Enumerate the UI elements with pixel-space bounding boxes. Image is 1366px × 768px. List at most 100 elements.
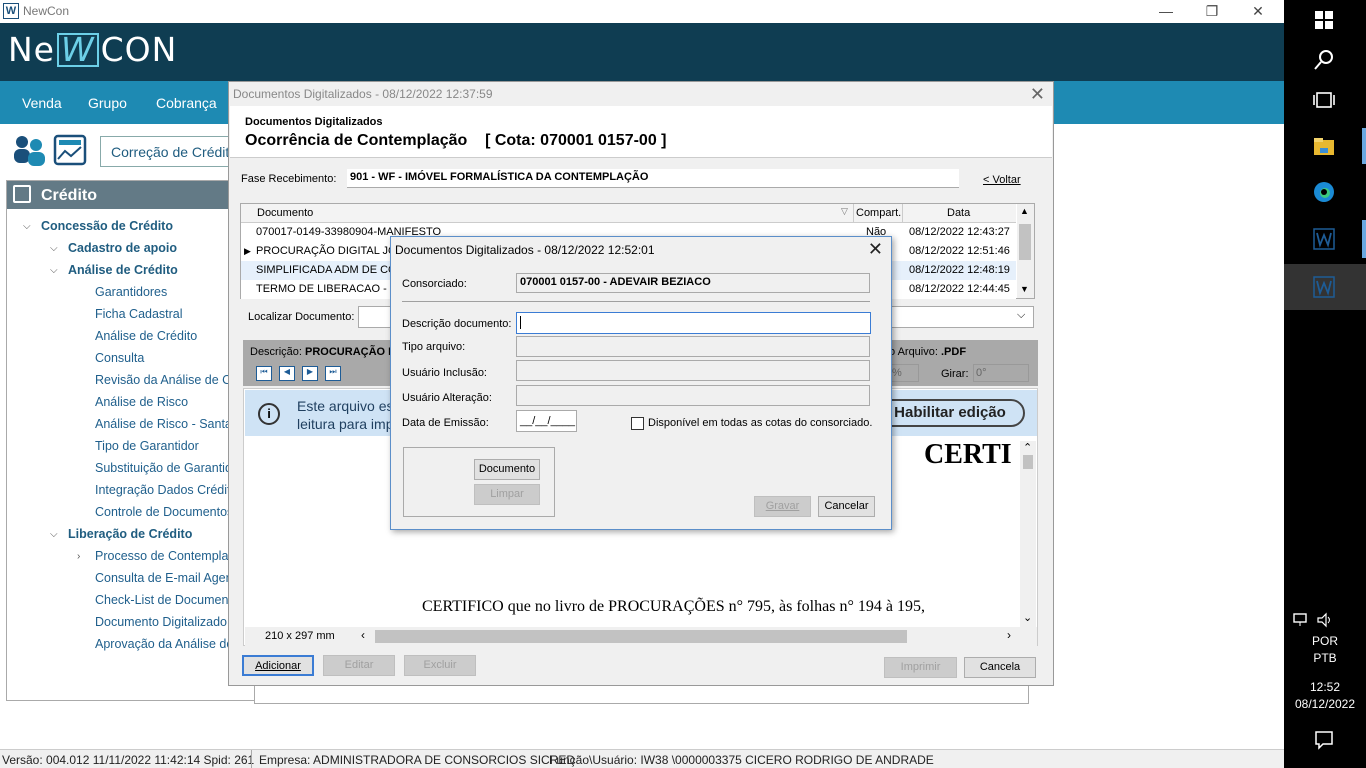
users-icon[interactable] <box>12 133 46 167</box>
scroll-left-icon[interactable]: ‹ <box>361 628 365 642</box>
sidebar-item[interactable]: Consulta <box>95 351 144 365</box>
dialog-subtitle: Documentos Digitalizados <box>245 116 383 128</box>
sidebar-item[interactable]: Análise de Crédito <box>95 329 197 343</box>
viewer-vscroll[interactable]: ⌃ ⌄ <box>1020 441 1036 627</box>
consorciado-label: Consorciado: <box>402 278 467 290</box>
sidebar-item[interactable]: Análise de Crédito <box>68 263 178 277</box>
habilitar-edicao-button[interactable]: Habilitar edição <box>875 399 1025 427</box>
voltar-link[interactable]: < Voltar <box>983 174 1021 186</box>
document-heading: CERTI <box>924 439 1012 470</box>
descricao-doc-input[interactable] <box>516 312 871 334</box>
col-compart[interactable]: Compart. <box>856 207 901 219</box>
windows-start-icon[interactable] <box>1312 8 1336 32</box>
editar-button[interactable]: Editar <box>323 655 395 676</box>
app-header <box>0 23 1284 81</box>
data-emissao-input[interactable]: __/__/____ <box>516 410 577 432</box>
scroll-up-icon: ⌃ <box>1023 442 1033 454</box>
network-icon[interactable] <box>1292 612 1310 628</box>
minimize-icon[interactable]: — <box>1146 1 1186 21</box>
zoom-select[interactable]: % <box>889 364 919 382</box>
sidebar-item[interactable]: Análise de Risco <box>95 395 188 409</box>
menu-venda[interactable]: Venda <box>22 95 62 111</box>
sidebar-item[interactable]: Aprovação da Análise de <box>95 637 233 651</box>
page-size: 210 x 297 mm <box>265 630 335 642</box>
descricao-doc-label: Descrição documento: <box>402 318 512 330</box>
fase-label: Fase Recebimento: <box>241 173 337 185</box>
disponivel-checkbox[interactable] <box>631 417 644 430</box>
next-page-icon[interactable]: ▶ <box>302 366 318 381</box>
sidebar-item[interactable]: Documento Digitalizado <box>95 615 227 629</box>
sidebar-item[interactable]: Liberação de Crédito <box>68 527 192 541</box>
sidebar-item[interactable]: Revisão da Análise de C <box>95 373 231 387</box>
imprimir-button[interactable]: Imprimir <box>884 657 957 678</box>
chevron-down-icon[interactable]: ⌵ <box>50 265 58 276</box>
prev-page-icon[interactable]: ◀ <box>279 366 295 381</box>
sidebar-item[interactable]: Consulta de E-mail Agen <box>95 571 233 585</box>
report-icon[interactable] <box>53 133 87 167</box>
data-emissao-label: Data de Emissão: <box>402 417 489 429</box>
fase-field: 901 - WF - IMÓVEL FORMALÍSTICA DA CONTEM… <box>347 169 959 188</box>
window-titlebar: W NewCon — ❐ ✕ <box>0 0 1284 23</box>
newcon-app-icon[interactable] <box>1312 227 1336 251</box>
info-icon: i <box>258 403 280 425</box>
col-data[interactable]: Data <box>947 207 970 219</box>
notification-icon[interactable] <box>1312 728 1336 752</box>
document-body: CERTIFICO que no livro de PROCURAÇÕES n°… <box>422 598 925 615</box>
sidebar-item[interactable]: Check-List de Documen <box>95 593 228 607</box>
newcon-app-icon-active[interactable] <box>1312 275 1336 299</box>
keyboard-label[interactable]: PTB <box>1284 651 1366 665</box>
clock-time[interactable]: 12:52 <box>1284 680 1366 694</box>
hscroll-thumb[interactable] <box>375 630 907 643</box>
chevron-down-icon[interactable]: ⌵ <box>50 243 58 254</box>
newcon-logo: Ne W CON <box>8 30 178 69</box>
col-documento[interactable]: Documento <box>257 207 313 219</box>
restore-icon[interactable]: ❐ <box>1192 1 1232 21</box>
sidebar-item[interactable]: Concessão de Crédito <box>41 219 173 233</box>
chevron-down-icon[interactable]: ⌵ <box>1017 309 1025 322</box>
dialog-title: Ocorrência de Contemplação [ Cota: 07000… <box>245 132 667 149</box>
usuario-inclusao-field <box>516 360 870 381</box>
row-selector-icon: ▶ <box>244 246 251 256</box>
sidebar-item[interactable]: Análise de Risco - Santa <box>95 417 232 431</box>
sidebar-item[interactable]: Integração Dados Crédit <box>95 483 231 497</box>
limpar-button[interactable]: Limpar <box>474 484 540 505</box>
cancela-button[interactable]: Cancela <box>964 657 1036 678</box>
grid-scrollbar[interactable]: ▲ ▼ <box>1017 204 1034 298</box>
menu-cobranca[interactable]: Cobrança <box>156 95 217 111</box>
sidebar-item[interactable]: Ficha Cadastral <box>95 307 183 321</box>
chevron-down-icon[interactable]: ⌵ <box>23 221 31 232</box>
sidebar-item[interactable]: Controle de Documentos <box>95 505 233 519</box>
funcao-text: Função\Usuário: IW38 \0000003375 CICERO … <box>549 753 934 767</box>
gravar-button[interactable]: Gravar <box>754 496 811 517</box>
cancelar-button[interactable]: Cancelar <box>818 496 875 517</box>
search-icon[interactable] <box>1312 48 1336 72</box>
sidebar-item[interactable]: Processo de Contempla <box>95 549 228 563</box>
scroll-right-icon[interactable]: › <box>1007 628 1011 642</box>
close-icon[interactable]: ✕ <box>1030 84 1045 105</box>
first-page-icon[interactable]: ⏮ <box>256 366 272 381</box>
sidebar-item[interactable]: Tipo de Garantidor <box>95 439 199 453</box>
info-text-2: leitura para imp <box>297 416 394 432</box>
task-view-icon[interactable] <box>1312 88 1336 112</box>
girar-select[interactable]: 0° <box>973 364 1029 382</box>
excluir-button[interactable]: Excluir <box>404 655 476 676</box>
chevron-down-icon[interactable]: ⌵ <box>50 529 58 540</box>
sidebar-item[interactable]: Garantidores <box>95 285 167 299</box>
documento-button[interactable]: Documento <box>474 459 540 480</box>
usuario-inclusao-label: Usuário Inclusão: <box>402 367 487 379</box>
adicionar-button[interactable]: Adicionar <box>242 655 314 676</box>
filter-icon[interactable]: ▽ <box>841 206 848 217</box>
chevron-right-icon[interactable]: › <box>77 551 80 562</box>
last-page-icon[interactable]: ⏭ <box>325 366 341 381</box>
language-label[interactable]: POR <box>1284 634 1366 648</box>
close-icon[interactable]: ✕ <box>1238 1 1278 21</box>
menu-grupo[interactable]: Grupo <box>88 95 127 111</box>
clock-date[interactable]: 08/12/2022 <box>1284 697 1366 711</box>
close-icon[interactable]: ✕ <box>868 239 883 260</box>
sidebar-item[interactable]: Substituição de Garantid <box>95 461 232 475</box>
file-explorer-icon[interactable] <box>1312 134 1336 158</box>
arquivo-group: Documento Limpar <box>403 447 555 517</box>
edge-browser-icon[interactable] <box>1312 180 1336 204</box>
volume-icon[interactable] <box>1316 612 1334 628</box>
sidebar-item[interactable]: Cadastro de apoio <box>68 241 177 255</box>
